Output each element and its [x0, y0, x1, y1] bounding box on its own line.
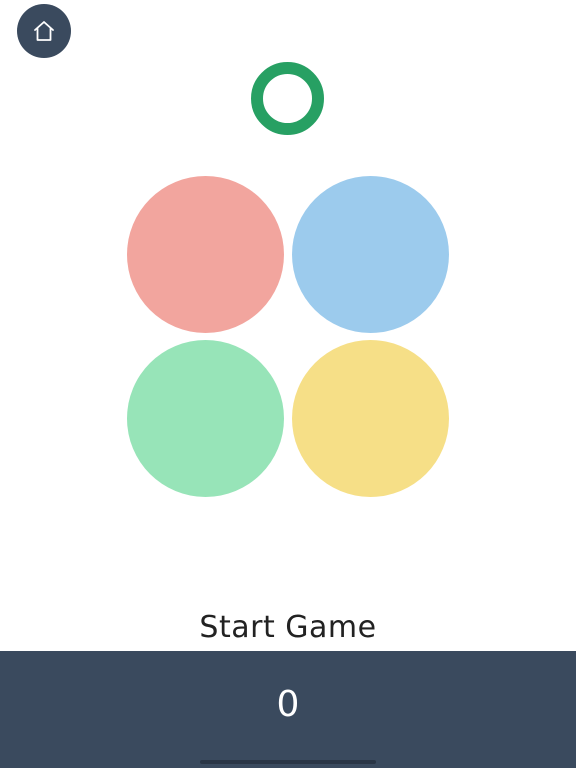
- game-screen: Start Game 0: [0, 0, 576, 768]
- home-icon: [34, 21, 54, 41]
- pad-red[interactable]: [127, 176, 284, 333]
- pad-yellow[interactable]: [292, 340, 449, 497]
- home-indicator: [200, 760, 376, 764]
- pad-blue[interactable]: [292, 176, 449, 333]
- home-button[interactable]: [17, 4, 71, 58]
- score-value: 0: [276, 684, 300, 725]
- ring-icon: [251, 62, 324, 135]
- pad-green[interactable]: [127, 340, 284, 497]
- start-game-button[interactable]: Start Game: [0, 606, 576, 650]
